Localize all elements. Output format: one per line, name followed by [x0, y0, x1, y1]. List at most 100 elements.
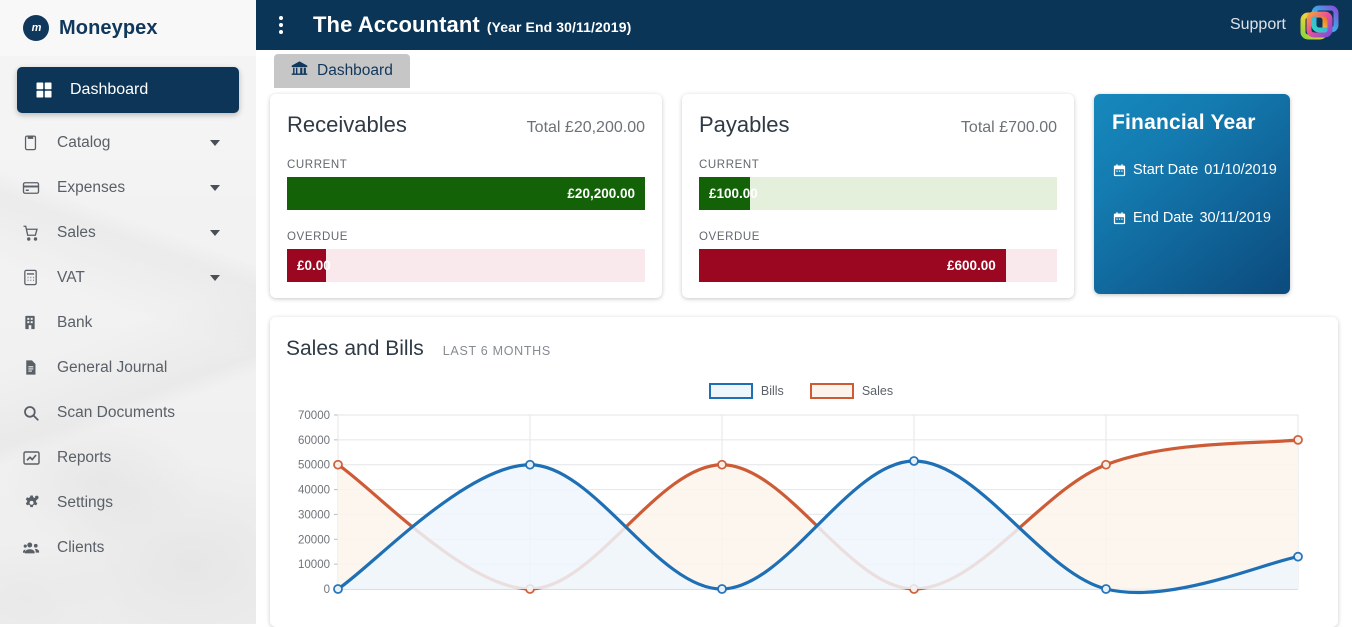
financial-year-end-label: End Date — [1133, 210, 1194, 226]
series-point — [717, 459, 727, 470]
metric-card-title: Receivables — [287, 112, 407, 137]
sidebar-item-label: Clients — [57, 538, 105, 556]
chevron-down-icon[interactable] — [210, 229, 220, 236]
chart-plot-area: 0 10000 20000 30000 40000 50000 60000 70000 — [286, 405, 1316, 605]
legend-label: Sales — [861, 384, 894, 398]
sidebar-item-label: Settings — [57, 493, 114, 511]
sidebar-item-settings[interactable]: Settings — [0, 480, 256, 525]
users-group-icon — [22, 539, 44, 557]
app-title-main: The Accountant — [313, 12, 480, 37]
search-icon — [22, 404, 44, 422]
sidebar-item-label: VAT — [57, 268, 85, 286]
metric-card-title: Payables — [699, 112, 790, 137]
metric-cards-row: Receivables Total £20,200.00 CURRENT £20,20… — [270, 94, 1338, 300]
calendar-icon — [1112, 163, 1127, 178]
financial-year-start-row: Start Date 01/10/2019 — [1112, 162, 1277, 178]
support-link[interactable]: Support — [1230, 16, 1286, 34]
series-point — [717, 584, 727, 594]
y-axis-tick-label: 40000 — [298, 485, 330, 497]
chevron-down-icon[interactable] — [210, 184, 220, 191]
sidebar-item-vat[interactable]: VAT — [0, 255, 256, 300]
topbar: The Accountant (Year End 30/11/2019) Sup… — [256, 0, 1352, 50]
brand-header: m Moneypex — [0, 0, 256, 56]
sidebar-item-general-journal[interactable]: General Journal — [0, 345, 256, 390]
chart-legend: Bills Sales — [286, 383, 1316, 399]
sales-and-bills-card: Sales and Bills LAST 6 MONTHS Bills Sales… — [270, 317, 1338, 627]
series-point — [525, 459, 535, 470]
brand-name: Moneypex — [59, 16, 158, 39]
y-axis-tick-label: 30000 — [298, 509, 330, 521]
bar-label-overdue: OVERDUE — [699, 231, 761, 243]
chevron-down-icon[interactable] — [210, 139, 220, 146]
y-axis-tick-label: 70000 — [298, 410, 330, 422]
y-axis-tick-label: 0 — [324, 584, 330, 596]
bar-label-overdue: OVERDUE — [287, 231, 349, 243]
y-axis-tick-label: 20000 — [298, 534, 330, 546]
series-point — [333, 459, 343, 470]
topbar-right: Support — [1230, 0, 1352, 50]
sidebar-item-reports[interactable]: Reports — [0, 435, 256, 480]
bar-track-overdue: £600.00 — [699, 249, 1057, 282]
sidebar-nav: Dashboard Catalog Expenses Sales VAT Bank Gene… — [0, 56, 256, 570]
sidebar-item-catalog[interactable]: Catalog — [0, 120, 256, 165]
metric-card-total: Total £20,200.00 — [526, 119, 645, 136]
sales-bills-line-chart: 0 10000 20000 30000 40000 50000 60000 70000 — [298, 410, 1303, 596]
sidebar-item-label: General Journal — [57, 358, 168, 376]
bar-fill-current: £20,200.00 — [287, 177, 645, 210]
payables-card: Payables Total £700.00 CURRENT £100.00 OVERD… — [682, 94, 1074, 298]
bar-label-current: CURRENT — [287, 159, 348, 171]
bar-value-overdue: £600.00 — [946, 258, 996, 273]
series-point — [1293, 551, 1303, 562]
bar-label-current: CURRENT — [699, 159, 760, 171]
legend-swatch-sales — [809, 383, 854, 399]
bar-value-current: £20,200.00 — [567, 186, 635, 201]
breadcrumb-tab-dashboard[interactable]: Dashboard — [274, 54, 410, 88]
financial-year-end-value: 30/11/2019 — [1199, 210, 1271, 226]
sidebar-item-label: Dashboard — [70, 81, 149, 98]
legend-label: Bills — [760, 384, 784, 398]
breadcrumb-bar: Dashboard — [256, 50, 1352, 94]
bar-value-current: £100.00 — [709, 186, 758, 201]
legend-item-bills[interactable]: Bills — [708, 383, 784, 399]
chart-header: Sales and Bills LAST 6 MONTHS — [286, 337, 1316, 361]
sidebar-item-bank[interactable]: Bank — [0, 300, 256, 345]
bank-institution-icon — [291, 60, 308, 82]
sidebar-item-label: Sales — [57, 223, 96, 241]
metric-card-header: Receivables Total £20,200.00 — [287, 112, 645, 138]
calendar-icon — [1112, 211, 1127, 226]
sidebar: m Moneypex Dashboard Catalog Expenses Sales… — [0, 0, 256, 624]
sidebar-item-scan-documents[interactable]: Scan Documents — [0, 390, 256, 435]
bar-fill-overdue: £0.00 — [287, 249, 331, 282]
metric-card-header: Payables Total £700.00 — [699, 112, 1057, 138]
calculator-icon — [22, 269, 44, 286]
gears-icon — [22, 494, 44, 512]
app-title-subtitle: (Year End 30/11/2019) — [486, 19, 632, 35]
chart-title: Sales and Bills — [286, 337, 424, 360]
bar-track-current: £100.00 — [699, 177, 1057, 210]
financial-year-title: Financial Year — [1112, 111, 1256, 134]
bar-track-current: £20,200.00 — [287, 177, 645, 210]
sidebar-item-clients[interactable]: Clients — [0, 525, 256, 570]
sidebar-item-sales[interactable]: Sales — [0, 210, 256, 255]
legend-item-sales[interactable]: Sales — [809, 383, 894, 399]
brand-mark-text: m — [31, 22, 42, 34]
vertical-kebab-icon[interactable] — [270, 10, 292, 40]
y-axis-tick-label: 10000 — [298, 559, 330, 571]
bar-value-overdue: £0.00 — [297, 258, 331, 273]
chevron-down-icon[interactable] — [210, 274, 220, 281]
credit-card-icon — [22, 179, 44, 197]
bar-fill-overdue: £600.00 — [699, 249, 1006, 282]
receivables-card: Receivables Total £20,200.00 CURRENT £20,20… — [270, 94, 662, 298]
sidebar-item-dashboard[interactable]: Dashboard — [17, 67, 239, 113]
series-point — [1101, 584, 1111, 594]
sidebar-item-label: Reports — [57, 448, 112, 466]
sidebar-item-label: Catalog — [57, 133, 111, 151]
bank-building-icon — [22, 314, 44, 331]
page-title: The Accountant (Year End 30/11/2019) — [313, 12, 631, 38]
sidebar-item-expenses[interactable]: Expenses — [0, 165, 256, 210]
sidebar-item-label: Expenses — [57, 178, 126, 196]
metric-card-total: Total £700.00 — [960, 119, 1057, 136]
chart-subtitle: LAST 6 MONTHS — [442, 344, 551, 358]
document-lines-icon — [22, 359, 44, 376]
moneypex-gradient-squares-logo-icon[interactable] — [1300, 5, 1340, 45]
